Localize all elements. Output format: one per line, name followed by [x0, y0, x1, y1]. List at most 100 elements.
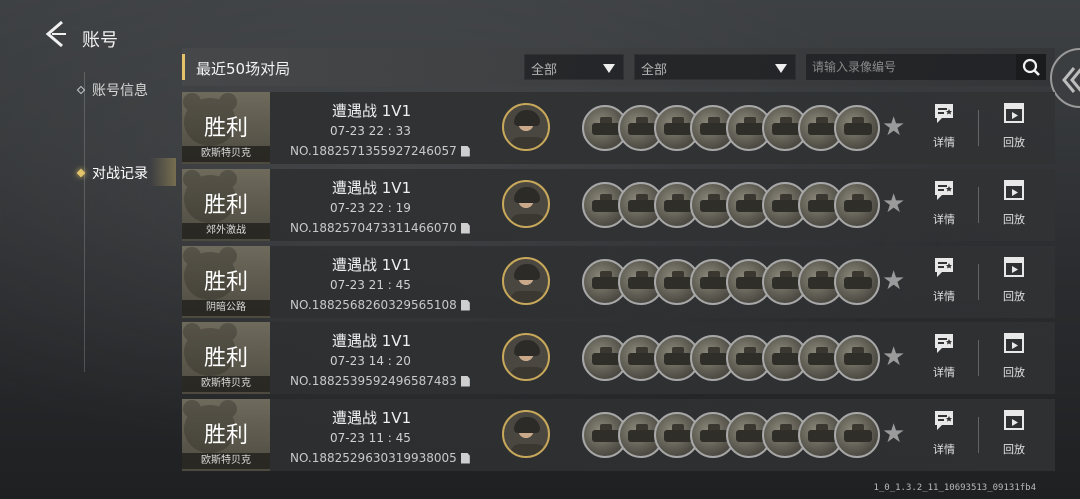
result-panel: 胜利 欧斯特贝克	[182, 399, 270, 471]
match-row[interactable]: 胜利 欧斯特贝克 遭遇战 1V1 07-23 22 : 33 NO.188257…	[182, 92, 1055, 164]
list-title: 最近50场对局	[196, 60, 291, 78]
detail-label: 详情	[933, 136, 955, 149]
replay-label: 回放	[1003, 213, 1025, 226]
match-mode: 遭遇战 1V1	[332, 409, 412, 427]
replay-number-text: NO.1882539592496587483	[290, 374, 457, 388]
replay-number: NO.1882570473311466070	[290, 221, 470, 235]
action-divider	[978, 110, 979, 146]
unit-card-icon	[834, 105, 880, 151]
nav-item-label: 对战记录	[92, 166, 148, 182]
detail-icon	[935, 258, 953, 277]
commander-avatar	[502, 333, 550, 381]
caret-down-icon	[775, 64, 787, 73]
copy-icon[interactable]	[460, 299, 470, 311]
favorite-star-icon[interactable]: ★	[882, 191, 905, 217]
replay-search-input[interactable]	[806, 54, 1016, 80]
filter-value: 全部	[641, 63, 668, 78]
map-name: 欧斯特贝克	[182, 376, 270, 392]
match-mode: 遭遇战 1V1	[332, 179, 412, 197]
detail-button[interactable]: 详情	[924, 409, 964, 457]
result-text: 胜利	[203, 270, 248, 295]
detail-icon	[935, 181, 953, 200]
detail-button[interactable]: 详情	[924, 256, 964, 304]
result-panel: 胜利 欧斯特贝克	[182, 92, 270, 164]
detail-button[interactable]: 详情	[924, 102, 964, 150]
unit-card-icon	[834, 259, 880, 305]
detail-button[interactable]: 详情	[924, 179, 964, 227]
favorite-star-icon[interactable]: ★	[882, 421, 905, 447]
version-label: 1_0_1.3.2_11_10693513_09131fb4	[873, 483, 1036, 493]
replay-label: 回放	[1003, 366, 1025, 379]
nav-item-battle-records[interactable]: 对战记录	[76, 163, 148, 183]
match-row[interactable]: 胜利 郊外激战 遭遇战 1V1 07-23 22 : 19 NO.1882570…	[182, 169, 1055, 241]
replay-button[interactable]: 回放	[994, 179, 1034, 227]
caret-down-icon	[603, 64, 615, 73]
nav-divider-line	[84, 72, 85, 372]
result-text: 胜利	[203, 346, 248, 371]
search-button[interactable]	[1016, 54, 1046, 80]
filter-select-1[interactable]: 全部	[524, 54, 624, 80]
detail-icon	[935, 334, 953, 353]
action-divider	[978, 264, 979, 300]
match-time: 07-23 21 : 45	[330, 278, 411, 292]
back-icon[interactable]	[42, 20, 68, 48]
unit-card-icon	[834, 412, 880, 458]
match-mode: 遭遇战 1V1	[332, 102, 412, 120]
detail-icon	[935, 411, 953, 430]
replay-number-text: NO.1882568260329565108	[290, 298, 457, 312]
commander-avatar	[502, 410, 550, 458]
result-text: 胜利	[203, 193, 248, 218]
favorite-star-icon[interactable]: ★	[882, 268, 905, 294]
replay-film-icon	[1004, 257, 1024, 277]
replay-film-icon	[1004, 180, 1024, 200]
replay-film-icon	[1004, 103, 1024, 123]
replay-number: NO.1882571355927246057	[290, 144, 470, 158]
result-panel: 胜利 郊外激战	[182, 169, 270, 241]
commander-avatar	[502, 257, 550, 305]
unit-card-icon	[834, 182, 880, 228]
replay-button[interactable]: 回放	[994, 102, 1034, 150]
copy-icon[interactable]	[460, 222, 470, 234]
replay-button[interactable]: 回放	[994, 409, 1034, 457]
list-header: 最近50场对局 全部 全部	[182, 48, 1055, 86]
detail-button[interactable]: 详情	[924, 332, 964, 380]
map-name: 欧斯特贝克	[182, 453, 270, 469]
match-time: 07-23 22 : 19	[330, 201, 411, 215]
nav-item-label: 账号信息	[92, 83, 148, 99]
detail-icon	[935, 104, 953, 123]
favorite-star-icon[interactable]: ★	[882, 114, 905, 140]
replay-film-icon	[1004, 410, 1024, 430]
result-text: 胜利	[203, 116, 248, 141]
copy-icon[interactable]	[460, 452, 470, 464]
replay-button[interactable]: 回放	[994, 332, 1034, 380]
copy-icon[interactable]	[460, 375, 470, 387]
detail-label: 详情	[933, 213, 955, 226]
match-row[interactable]: 胜利 阴暗公路 遭遇战 1V1 07-23 21 : 45 NO.1882568…	[182, 246, 1055, 318]
action-divider	[978, 340, 979, 376]
replay-button[interactable]: 回放	[994, 256, 1034, 304]
match-row[interactable]: 胜利 欧斯特贝克 遭遇战 1V1 07-23 11 : 45 NO.188252…	[182, 399, 1055, 471]
commander-avatar	[502, 180, 550, 228]
action-divider	[978, 187, 979, 223]
favorite-star-icon[interactable]: ★	[882, 344, 905, 370]
replay-number: NO.1882568260329565108	[290, 298, 470, 312]
copy-icon[interactable]	[460, 145, 470, 157]
map-name: 欧斯特贝克	[182, 146, 270, 162]
replay-number: NO.1882529630319938005	[290, 451, 470, 465]
replay-film-icon	[1004, 333, 1024, 353]
result-panel: 胜利 阴暗公路	[182, 246, 270, 318]
replay-label: 回放	[1003, 443, 1025, 456]
nav-item-account-info[interactable]: 账号信息	[76, 80, 148, 100]
unit-card-icon	[834, 335, 880, 381]
nav-active-indicator	[150, 158, 176, 186]
match-time: 07-23 11 : 45	[330, 431, 411, 445]
match-row[interactable]: 胜利 欧斯特贝克 遭遇战 1V1 07-23 14 : 20 NO.188253…	[182, 322, 1055, 394]
detail-label: 详情	[933, 366, 955, 379]
match-mode: 遭遇战 1V1	[332, 332, 412, 350]
header-accent-bar	[182, 54, 185, 80]
replay-number-text: NO.1882570473311466070	[290, 221, 457, 235]
chevron-left-icon	[1062, 67, 1080, 93]
filter-select-2[interactable]: 全部	[634, 54, 796, 80]
match-time: 07-23 22 : 33	[330, 124, 411, 138]
nav-bullet-icon	[76, 85, 86, 95]
